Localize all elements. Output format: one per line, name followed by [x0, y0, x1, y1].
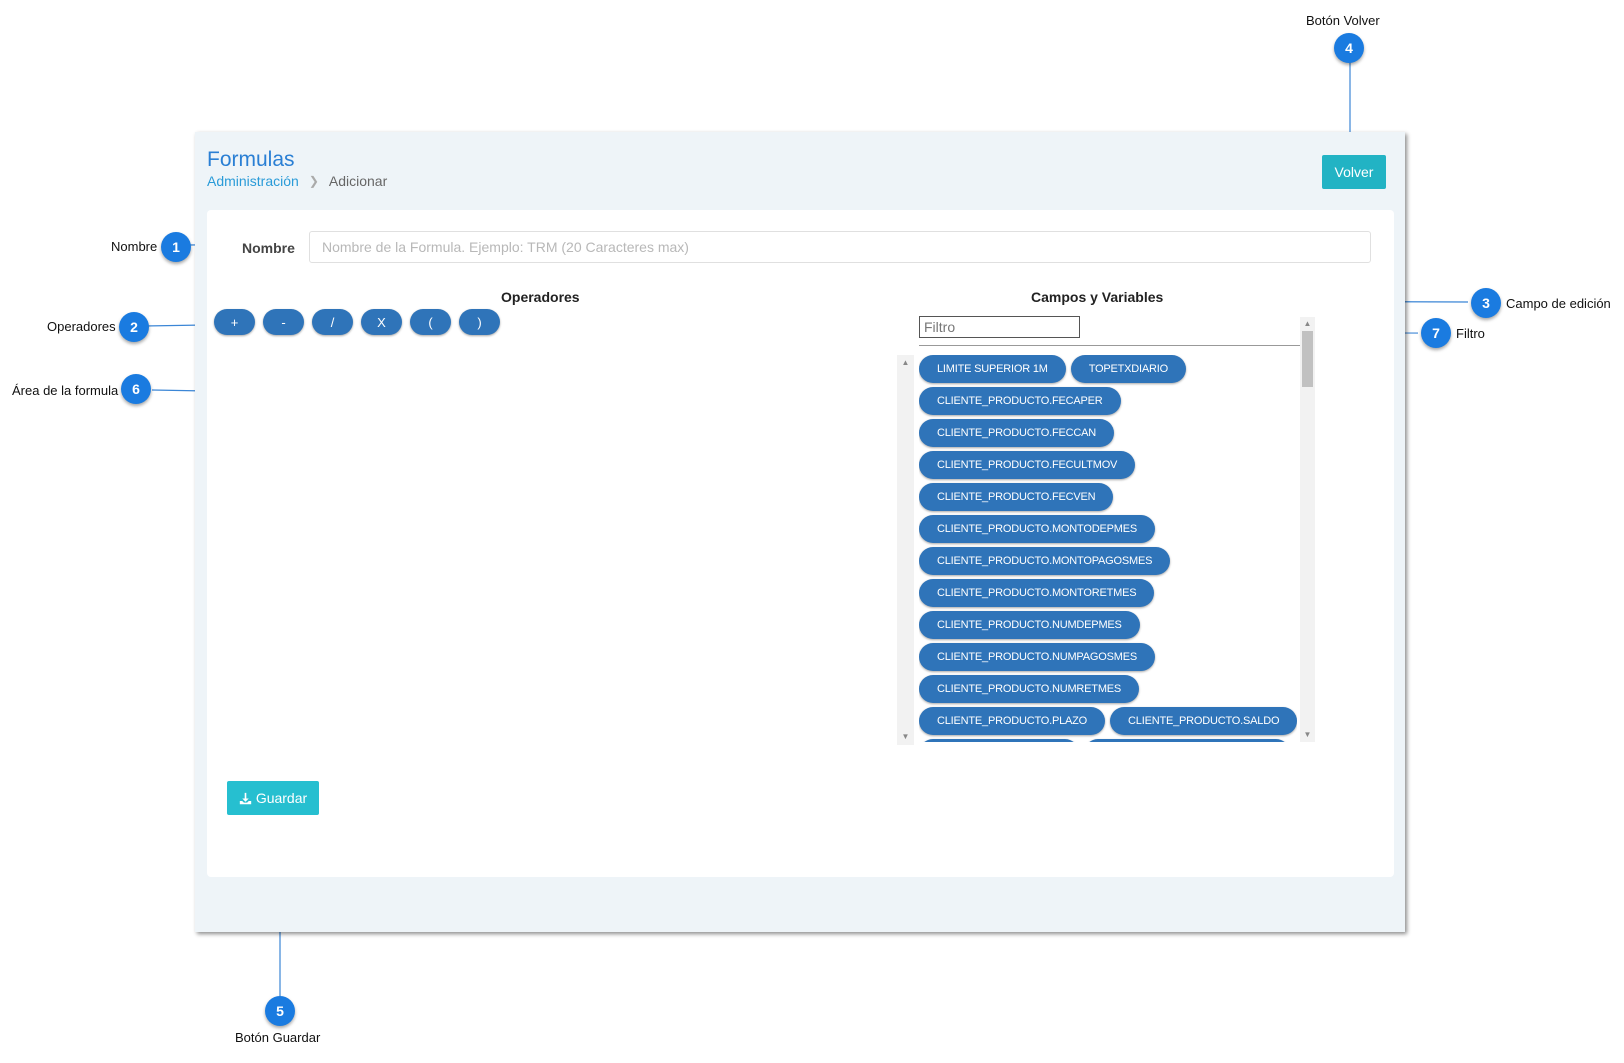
formulas-window: Formulas Administración ❯ Adicionar Volv… — [195, 132, 1405, 932]
variable-button-partial[interactable] — [1084, 739, 1290, 742]
variables-row: CLIENTE_PRODUCTO.FECCAN — [919, 419, 1297, 447]
save-button[interactable]: Guardar — [227, 781, 319, 815]
variable-button[interactable]: CLIENTE_PRODUCTO.MONTORETMES — [919, 579, 1155, 607]
variable-button[interactable]: CLIENTE_PRODUCTO.MONTODEPMES — [919, 515, 1155, 543]
callout-label-boton-guardar: Botón Guardar — [235, 1030, 321, 1045]
form-panel: Nombre Operadores Campos y Variables + -… — [207, 210, 1394, 877]
variable-button[interactable]: CLIENTE_PRODUCTO.NUMDEPMES — [919, 611, 1140, 639]
variables-row: CLIENTE_PRODUCTO.NUMDEPMES — [919, 611, 1297, 639]
operator-multiply-button[interactable]: X — [361, 309, 402, 335]
breadcrumb: Administración ❯ Adicionar — [207, 173, 387, 189]
variable-button[interactable]: CLIENTE_PRODUCTO.FECAPER — [919, 387, 1121, 415]
callout-badge-3: 3 — [1471, 288, 1501, 318]
variables-row: CLIENTE_PRODUCTO.NUMRETMES — [919, 675, 1297, 703]
formula-area[interactable] — [212, 355, 882, 745]
variables-row: CLIENTE_PRODUCTO.NUMPAGOSMES — [919, 643, 1297, 671]
fields-title: Campos y Variables — [1031, 289, 1164, 305]
back-button[interactable]: Volver — [1322, 155, 1386, 189]
variables-row: CLIENTE_PRODUCTO.FECVEN — [919, 483, 1297, 511]
name-label: Nombre — [242, 240, 295, 256]
operator-open-paren-button[interactable]: ( — [410, 309, 451, 335]
variables-row: CLIENTE_PRODUCTO.FECAPER — [919, 387, 1297, 415]
variable-button-partial[interactable] — [919, 739, 1079, 742]
operator-close-paren-button[interactable]: ) — [459, 309, 500, 335]
variable-button[interactable]: CLIENTE_PRODUCTO.FECVEN — [919, 483, 1114, 511]
callout-badge-4: 4 — [1334, 33, 1364, 63]
scroll-up-icon[interactable]: ▲ — [1300, 319, 1315, 329]
variable-button[interactable]: LIMITE SUPERIOR 1M — [919, 355, 1066, 383]
scrollbar-thumb[interactable] — [1302, 331, 1313, 387]
operator-minus-button[interactable]: - — [263, 309, 304, 335]
variable-button[interactable]: TOPETXDIARIO — [1070, 355, 1187, 383]
breadcrumb-current: Adicionar — [328, 173, 388, 189]
operators-group: + - / X ( ) — [214, 309, 500, 335]
breadcrumb-administracion[interactable]: Administración — [207, 173, 299, 189]
callout-label-boton-volver: Botón Volver — [1306, 13, 1380, 28]
variable-button[interactable]: CLIENTE_PRODUCTO.FECULTMOV — [919, 451, 1136, 479]
callout-badge-2: 2 — [119, 312, 149, 342]
filter-divider — [919, 345, 1304, 346]
callout-badge-6: 6 — [121, 374, 151, 404]
variables-row: CLIENTE_PRODUCTO.MONTODEPMES — [919, 515, 1297, 543]
variable-button[interactable]: CLIENTE_PRODUCTO.FECCAN — [919, 419, 1114, 447]
page-title: Formulas — [207, 148, 295, 171]
callout-badge-7: 7 — [1421, 318, 1451, 348]
variables-row-partial — [919, 739, 1297, 742]
callout-label-filtro: Filtro — [1456, 326, 1485, 341]
variables-row: LIMITE SUPERIOR 1M TOPETXDIARIO — [919, 355, 1297, 383]
operator-divide-button[interactable]: / — [312, 309, 353, 335]
variables-row: CLIENTE_PRODUCTO.FECULTMOV — [919, 451, 1297, 479]
callout-label-campo-edicion: Campo de edición — [1506, 296, 1611, 311]
save-button-label: Guardar — [255, 790, 308, 806]
variable-button[interactable]: CLIENTE_PRODUCTO.PLAZO — [919, 707, 1106, 735]
scroll-down-icon[interactable]: ▼ — [897, 732, 914, 742]
formula-scrollbar[interactable]: ▲ ▼ — [897, 355, 914, 745]
name-input[interactable] — [309, 231, 1371, 263]
filter-input[interactable] — [919, 316, 1080, 338]
scroll-up-icon[interactable]: ▲ — [897, 358, 914, 368]
download-icon — [239, 792, 251, 804]
variable-button[interactable]: CLIENTE_PRODUCTO.NUMPAGOSMES — [919, 643, 1155, 671]
variable-button[interactable]: CLIENTE_PRODUCTO.NUMRETMES — [919, 675, 1140, 703]
variables-scrollbar[interactable]: ▲ ▼ — [1300, 317, 1315, 742]
callout-label-nombre: Nombre — [111, 239, 158, 254]
callout-badge-5: 5 — [265, 996, 295, 1026]
callout-badge-1: 1 — [161, 232, 191, 262]
variables-row: CLIENTE_PRODUCTO.PLAZO CLIENTE_PRODUCTO.… — [919, 707, 1297, 735]
callout-label-area-formula: Área de la formula — [12, 383, 119, 398]
operator-plus-button[interactable]: + — [214, 309, 255, 335]
operators-title: Operadores — [501, 289, 580, 305]
variable-button[interactable]: CLIENTE_PRODUCTO.SALDO — [1110, 707, 1297, 735]
variable-button[interactable]: CLIENTE_PRODUCTO.MONTOPAGOSMES — [919, 547, 1171, 575]
chevron-right-icon: ❯ — [308, 174, 319, 188]
variables-row: CLIENTE_PRODUCTO.MONTOPAGOSMES — [919, 547, 1297, 575]
variables-row: CLIENTE_PRODUCTO.MONTORETMES — [919, 579, 1297, 607]
scroll-down-icon[interactable]: ▼ — [1300, 730, 1315, 740]
callout-label-operadores: Operadores — [47, 319, 116, 334]
variables-list: LIMITE SUPERIOR 1M TOPETXDIARIO CLIENTE_… — [919, 355, 1297, 742]
